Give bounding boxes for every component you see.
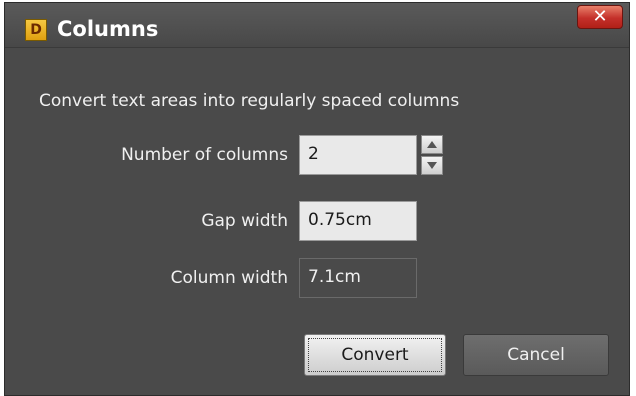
columns-dialog: D Columns ✕ Convert text areas into regu… [4,2,630,396]
dialog-title: Columns [57,17,159,41]
convert-button-label: Convert [341,345,409,365]
spin-up-button[interactable] [421,135,443,154]
app-logo-icon: D [25,19,47,41]
convert-button[interactable]: Convert [304,334,446,376]
spin-down-button[interactable] [421,156,443,175]
column-width-value: 7.1cm [299,258,417,298]
arrow-up-icon [427,141,437,148]
title-bar[interactable]: D Columns ✕ [5,3,629,48]
dialog-description: Convert text areas into regularly spaced… [39,91,460,111]
number-of-columns-input[interactable]: 2 [299,135,417,175]
cancel-button[interactable]: Cancel [463,334,609,376]
number-of-columns-spinner [421,135,443,175]
close-button[interactable]: ✕ [577,5,623,29]
gap-width-label: Gap width [201,211,288,231]
column-width-label: Column width [170,268,288,288]
number-of-columns-label: Number of columns [121,145,288,165]
gap-width-input[interactable]: 0.75cm [299,201,417,241]
cancel-button-label: Cancel [507,345,565,365]
arrow-down-icon [427,162,437,169]
close-icon: ✕ [592,6,608,27]
